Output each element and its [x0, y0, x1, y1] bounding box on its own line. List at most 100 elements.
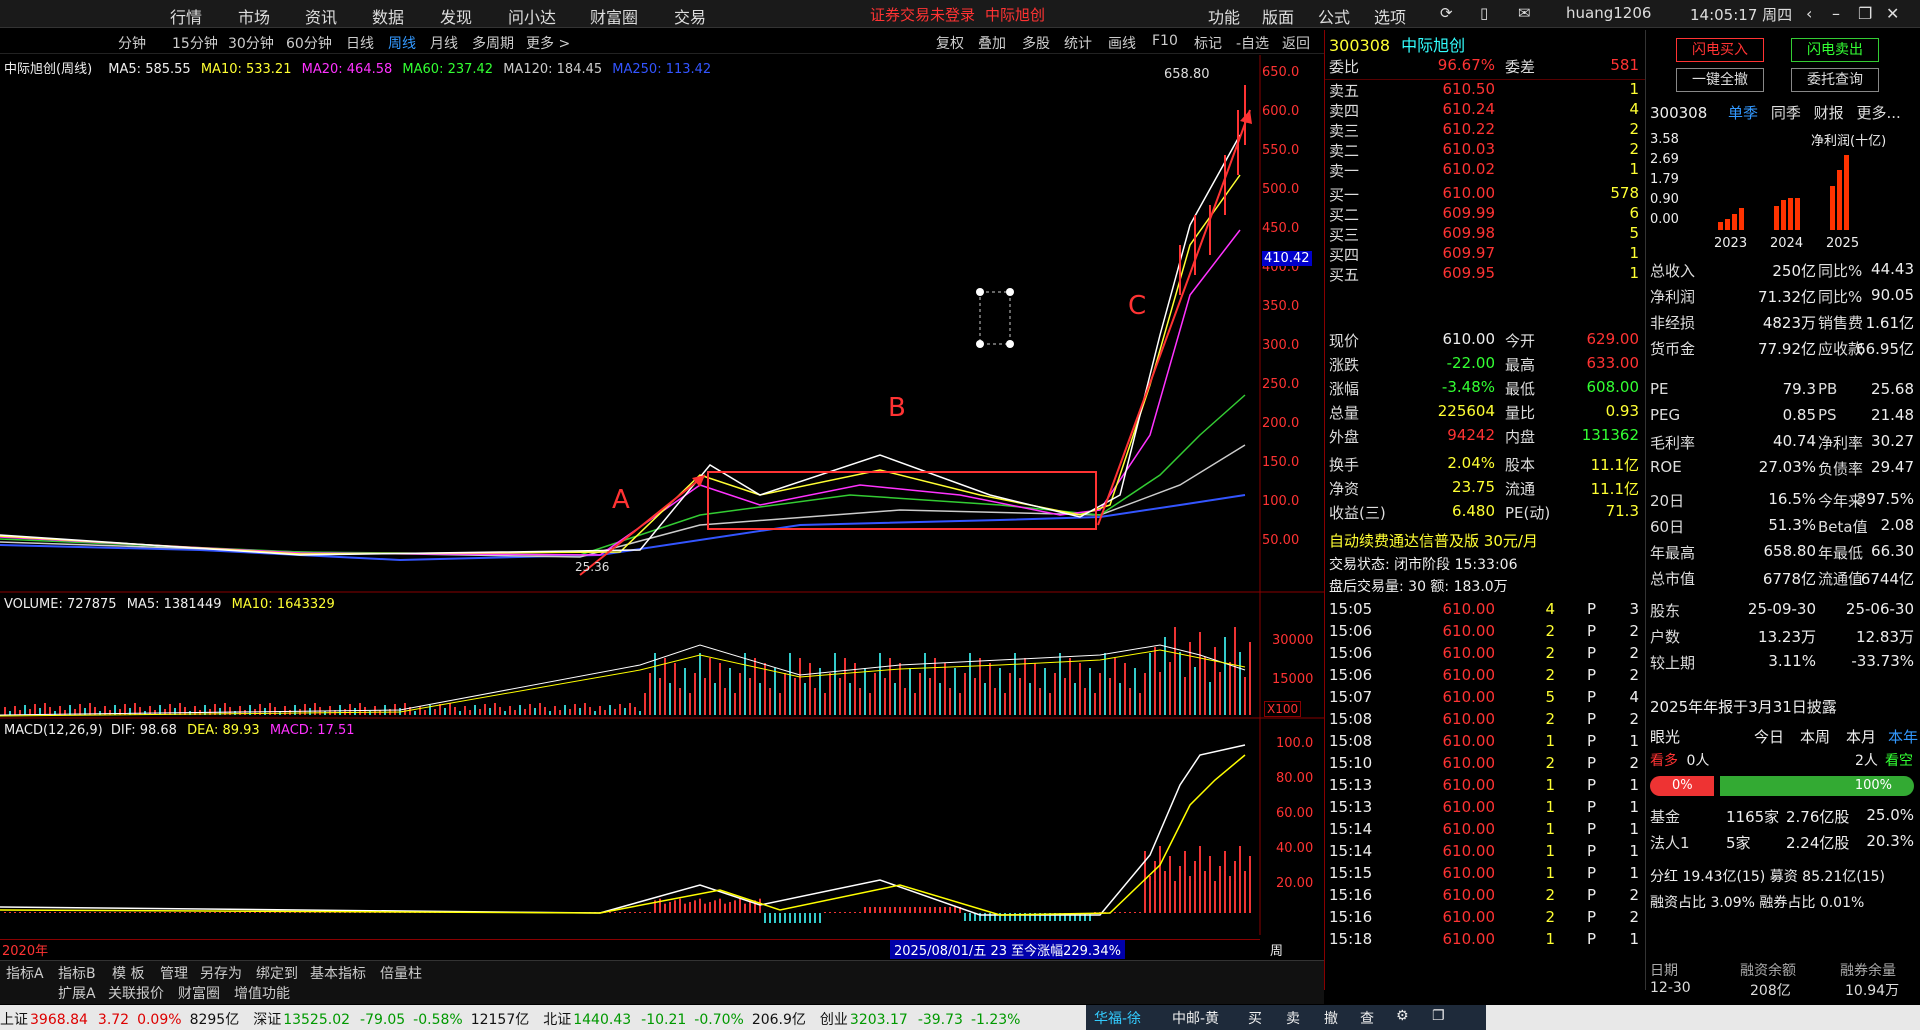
- menu-trade[interactable]: 交易: [674, 4, 706, 28]
- tick-time: 15:10: [1329, 754, 1373, 772]
- period-30min[interactable]: 30分钟: [228, 33, 274, 53]
- tab-indicator-a[interactable]: 指标A: [6, 963, 44, 983]
- period-week[interactable]: 周线: [388, 33, 416, 53]
- tab-manage[interactable]: 管理: [160, 963, 188, 983]
- vision-row: 眼光 今日 本周 本月 本年: [1650, 726, 1918, 747]
- f10-button[interactable]: F10: [1152, 33, 1178, 49]
- period-15min[interactable]: 15分钟: [172, 33, 218, 53]
- tick-flag: P: [1587, 600, 1597, 618]
- tab-same-quarter[interactable]: 同季: [1771, 104, 1801, 122]
- period-more[interactable]: 更多 >: [526, 33, 570, 53]
- macd-bar: [274, 912, 276, 913]
- menu-layout[interactable]: 版面: [1262, 4, 1294, 28]
- minimize-icon[interactable]: –: [1832, 4, 1840, 23]
- tab-volume[interactable]: 倍量柱: [380, 963, 422, 983]
- refresh-icon[interactable]: ⟳: [1440, 4, 1453, 22]
- overlay-button[interactable]: 叠加: [978, 33, 1006, 53]
- tab-indicator-b[interactable]: 指标B: [58, 963, 96, 983]
- tick-price: 610.00: [1442, 930, 1496, 948]
- period-multi[interactable]: 多周期: [472, 33, 514, 53]
- query-shortcut[interactable]: 查: [1360, 1008, 1374, 1028]
- chart-area[interactable]: 中际旭创(周线) MA5: 585.55 MA10: 533.21 MA20: …: [0, 55, 1324, 978]
- tab-bind[interactable]: 绑定到: [256, 963, 298, 983]
- menu-markets[interactable]: 市场: [238, 4, 270, 28]
- close-icon[interactable]: ✕: [1886, 4, 1899, 23]
- fin-code: 300308: [1650, 104, 1708, 122]
- macd-bar: [24, 912, 26, 913]
- volume-bar: [34, 704, 36, 715]
- menu-formula[interactable]: 公式: [1318, 4, 1350, 28]
- menu-wealth[interactable]: 财富圈: [590, 4, 638, 28]
- order-query-button[interactable]: 委托查询: [1791, 68, 1879, 92]
- menu-data[interactable]: 数据: [372, 4, 404, 28]
- promo-text[interactable]: 自动续费通达信普及版 30元/月: [1329, 530, 1538, 551]
- macd-bar: [104, 912, 106, 913]
- menu-market[interactable]: 行情: [170, 4, 202, 28]
- flash-sell-button[interactable]: 闪电卖出: [1791, 38, 1879, 62]
- menu-options[interactable]: 选项: [1374, 4, 1406, 28]
- period-60min[interactable]: 60分钟: [286, 33, 332, 53]
- stats-label-2: PE(动): [1505, 504, 1551, 522]
- restore-icon[interactable]: ❐: [1858, 4, 1872, 23]
- sell-shortcut[interactable]: 卖: [1286, 1008, 1300, 1028]
- tick-time: 15:16: [1329, 908, 1373, 926]
- gear-icon[interactable]: ⚙: [1396, 1008, 1409, 1024]
- stats-button[interactable]: 统计: [1064, 33, 1092, 53]
- watchlist-button[interactable]: -自选: [1236, 33, 1269, 53]
- cancel-shortcut[interactable]: 撤: [1324, 1008, 1338, 1028]
- tab-quarter[interactable]: 单季: [1728, 104, 1758, 122]
- window-icon[interactable]: ❐: [1432, 1008, 1445, 1024]
- mark-button[interactable]: 标记: [1194, 33, 1222, 53]
- menu-ask[interactable]: 问小达: [508, 4, 556, 28]
- tab-ext-a[interactable]: 扩展A: [58, 983, 96, 1003]
- macd-bar: [924, 907, 926, 913]
- period-day[interactable]: 日线: [346, 33, 374, 53]
- tab-more[interactable]: 更多...: [1856, 104, 1900, 122]
- tab-wealth[interactable]: 财富圈: [178, 983, 220, 1003]
- vision-year[interactable]: 本年: [1888, 726, 1918, 747]
- menu-function[interactable]: 功能: [1208, 4, 1240, 28]
- volume-bar: [829, 673, 831, 715]
- macd-bar: [729, 902, 731, 913]
- tab-template[interactable]: 模 板: [112, 963, 144, 983]
- clear-all-button[interactable]: 一键全撤: [1676, 68, 1764, 92]
- macd-bar: [919, 907, 921, 913]
- tab-report[interactable]: 财报: [1814, 104, 1844, 122]
- vision-bar: 0% 100%: [1650, 776, 1914, 796]
- menu-news[interactable]: 资讯: [305, 4, 337, 28]
- flash-buy-button[interactable]: 闪电买入: [1676, 38, 1764, 62]
- volume-bar: [594, 711, 596, 715]
- macd-bar: [929, 907, 931, 913]
- tick-price: 610.00: [1442, 886, 1496, 904]
- buy-shortcut[interactable]: 买: [1248, 1008, 1262, 1028]
- broker-tab-1[interactable]: 华福-徐: [1094, 1008, 1141, 1028]
- tab-linked[interactable]: 关联报价: [108, 983, 164, 1003]
- tab-value-add[interactable]: 增值功能: [234, 983, 290, 1003]
- phone-icon[interactable]: ▯: [1480, 4, 1488, 22]
- vision-month[interactable]: 本月: [1846, 726, 1876, 747]
- fuquan-button[interactable]: 复权: [936, 33, 964, 53]
- tab-save-as[interactable]: 另存为: [200, 963, 242, 983]
- return-button[interactable]: 返回: [1282, 33, 1310, 53]
- vision-today[interactable]: 今日: [1754, 726, 1784, 747]
- tick-row: 15:16 610.00 2 P 2: [1325, 908, 1645, 930]
- volume-bar: [989, 663, 991, 715]
- vision-week[interactable]: 本周: [1800, 726, 1830, 747]
- mail-icon[interactable]: ✉: [1518, 4, 1531, 22]
- menu-discover[interactable]: 发现: [440, 4, 472, 28]
- multi-stock-button[interactable]: 多股: [1022, 33, 1050, 53]
- back-icon[interactable]: ‹: [1806, 4, 1812, 23]
- tick-flag: P: [1587, 908, 1597, 926]
- volume-bar: [224, 703, 226, 715]
- broker-tab-2[interactable]: 中邮-黄: [1172, 1008, 1219, 1028]
- tab-basic[interactable]: 基本指标: [310, 963, 366, 983]
- volume-bar: [414, 711, 416, 715]
- macd-bar: [624, 912, 626, 913]
- period-month[interactable]: 月线: [430, 33, 458, 53]
- macd-bar: [844, 912, 846, 913]
- macd-bar: [699, 898, 701, 913]
- period-1min[interactable]: 分钟: [118, 33, 146, 53]
- volume-bar: [619, 704, 621, 715]
- draw-button[interactable]: 画线: [1108, 33, 1136, 53]
- info-label: 年最高: [1650, 544, 1696, 562]
